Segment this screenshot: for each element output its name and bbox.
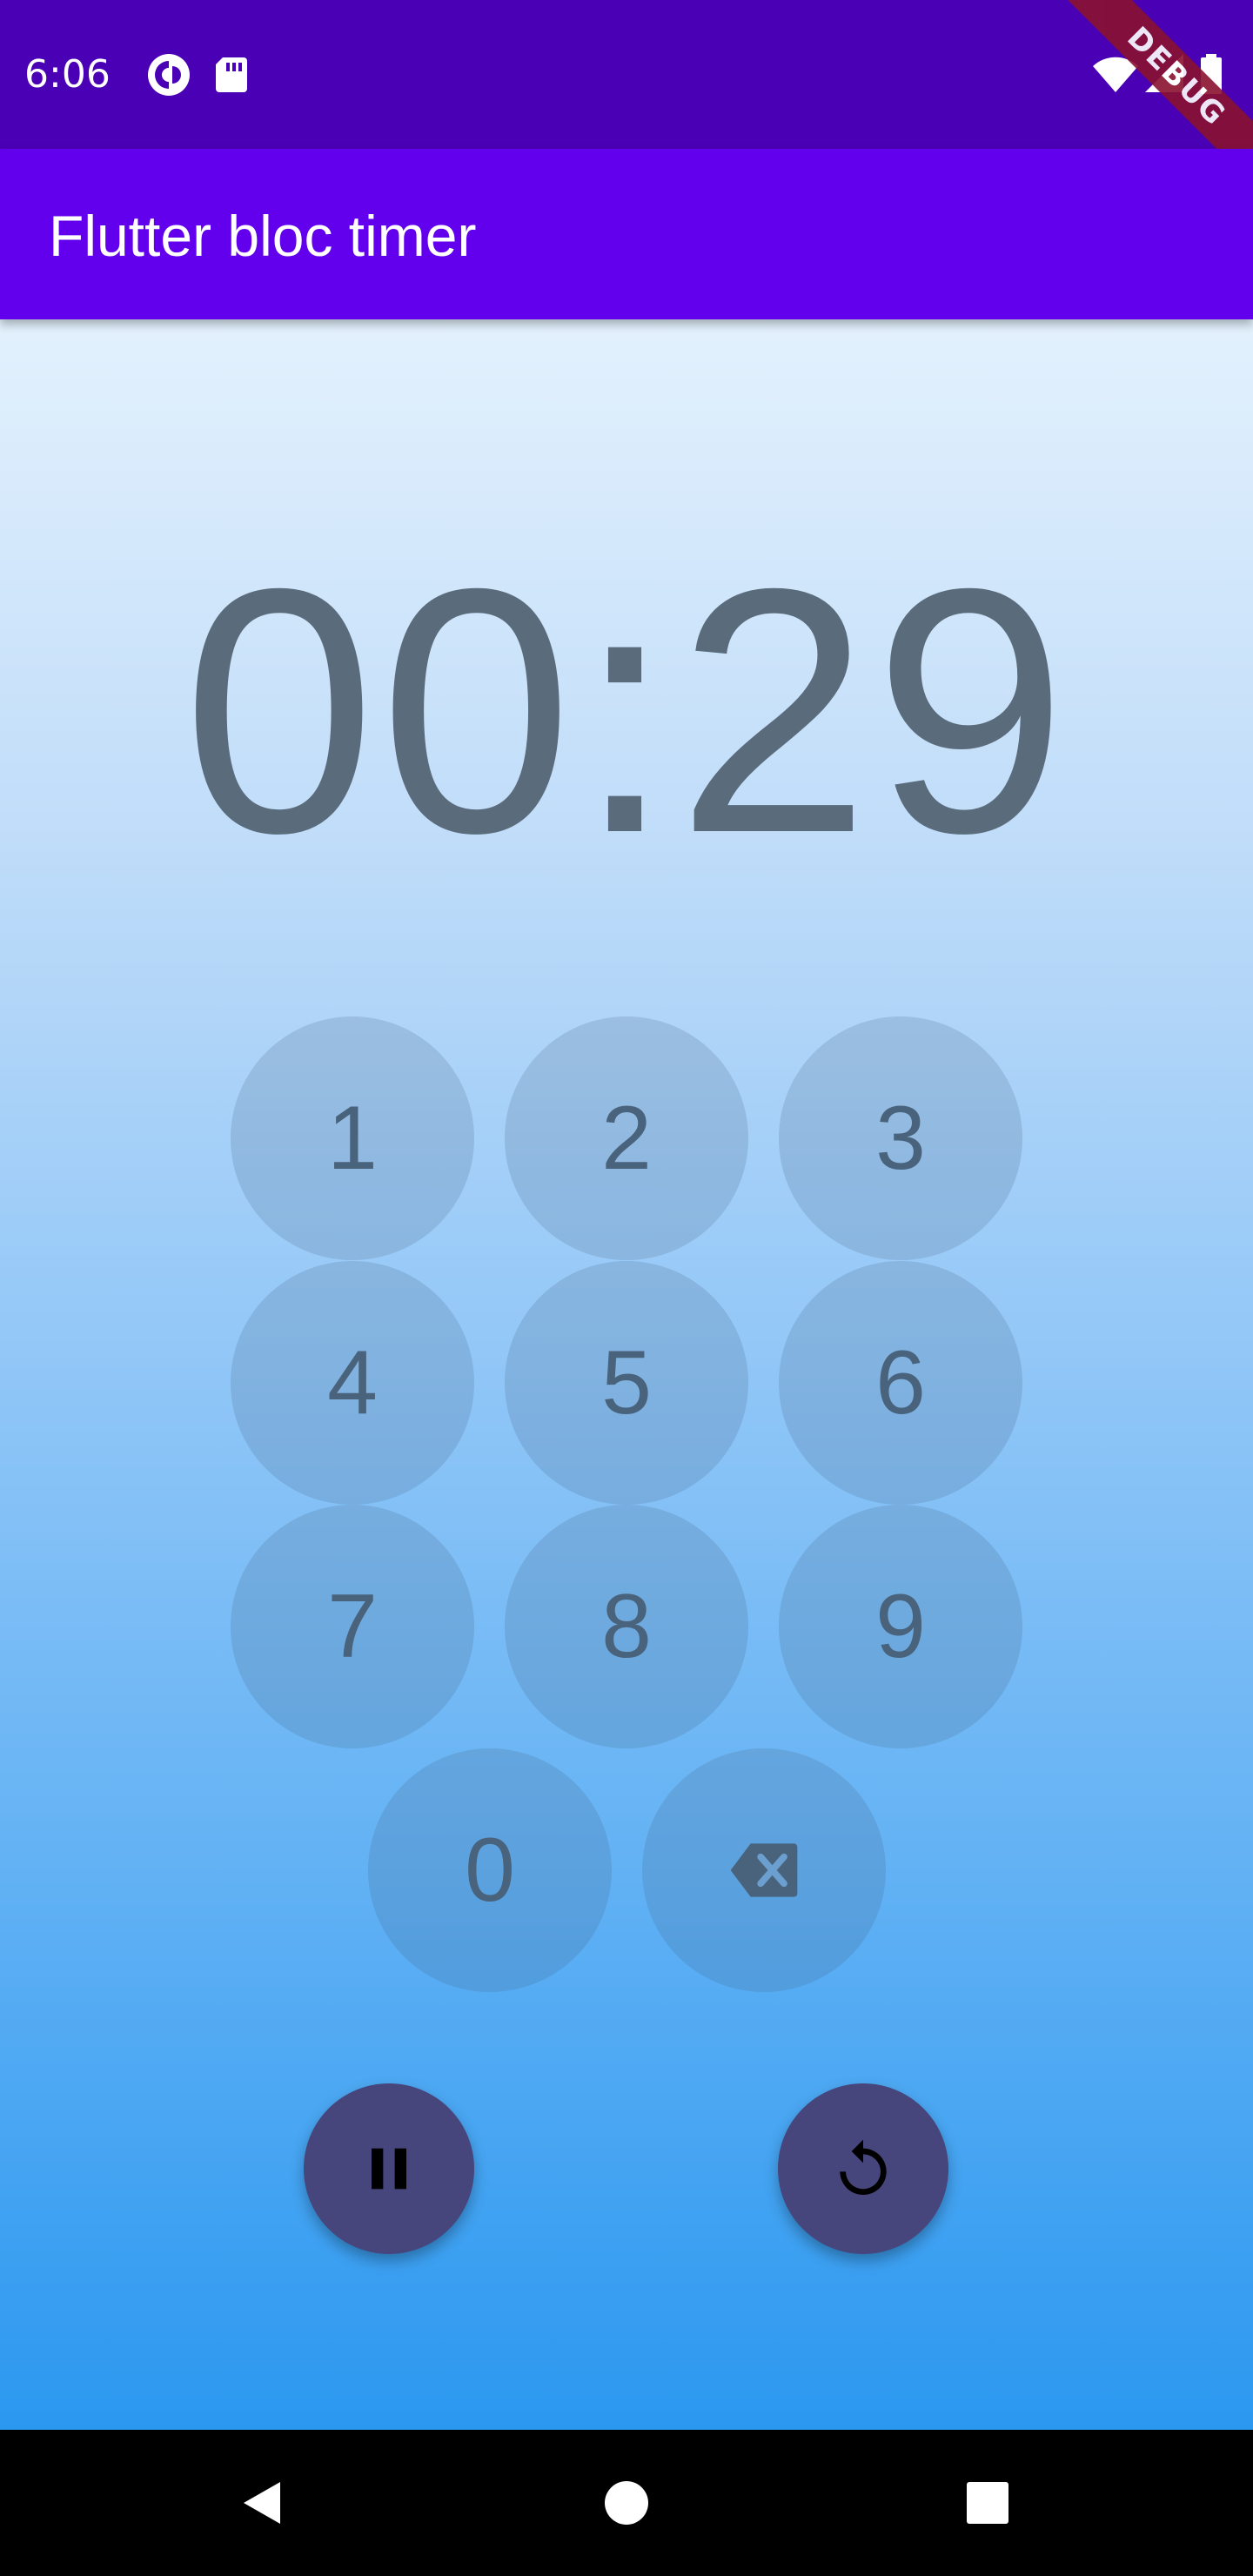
timer-screen: 00:29 1 2 3 4 5 6 7 8 9 0 xyxy=(0,319,1253,2430)
status-bar: 6:06 DEBUG xyxy=(0,0,1253,204)
home-icon[interactable] xyxy=(592,2468,661,2538)
key-2[interactable]: 2 xyxy=(505,1016,748,1260)
key-5[interactable]: 5 xyxy=(505,1261,748,1505)
key-9[interactable]: 9 xyxy=(779,1505,1022,1748)
app-bar: Flutter bloc timer xyxy=(0,149,1253,319)
sd-card-icon xyxy=(205,49,258,101)
signal-icon xyxy=(1140,49,1192,101)
reset-button[interactable] xyxy=(778,2083,948,2254)
pause-button[interactable] xyxy=(304,2083,474,2254)
key-3[interactable]: 3 xyxy=(779,1016,1022,1260)
backspace-button[interactable] xyxy=(642,1748,886,1992)
key-8[interactable]: 8 xyxy=(505,1505,748,1748)
back-icon[interactable] xyxy=(228,2468,298,2538)
timer-display: 00:29 xyxy=(182,516,1071,905)
backspace-icon xyxy=(730,1843,798,1897)
page-title: Flutter bloc timer xyxy=(49,204,477,268)
pocket-casts-icon xyxy=(143,49,195,101)
navigation-bar xyxy=(0,2430,1253,2576)
recents-icon[interactable] xyxy=(953,2468,1022,2538)
key-1[interactable]: 1 xyxy=(231,1016,474,1260)
battery-icon xyxy=(1194,49,1229,101)
wifi-icon xyxy=(1089,49,1142,101)
key-6[interactable]: 6 xyxy=(779,1261,1022,1505)
status-time: 6:06 xyxy=(24,52,111,97)
pause-icon xyxy=(372,2148,406,2190)
replay-icon xyxy=(840,2139,887,2195)
key-7[interactable]: 7 xyxy=(231,1505,474,1748)
key-0[interactable]: 0 xyxy=(368,1748,612,1992)
key-4[interactable]: 4 xyxy=(231,1261,474,1505)
